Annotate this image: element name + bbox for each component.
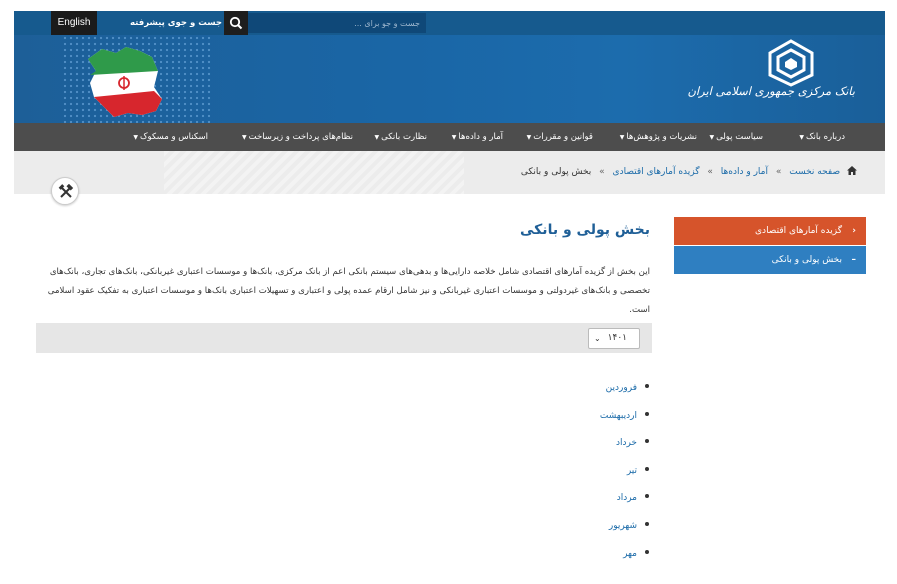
- tools-button[interactable]: [51, 177, 79, 205]
- page-title: بخش پولی و بانکی: [520, 222, 650, 238]
- breadcrumb-separator: »: [707, 167, 713, 177]
- minus-icon: –: [851, 255, 857, 265]
- list-item: اردیبهشت: [600, 411, 649, 439]
- tools-icon: [58, 184, 74, 198]
- home-icon: [847, 166, 857, 175]
- sidebar-item-monetary-banking[interactable]: –بخش پولی و بانکی: [674, 246, 866, 274]
- bullet-icon: [645, 521, 649, 526]
- nav-label: آمار و داده‌ها: [458, 132, 503, 142]
- nav-label: قوانین و مقررات: [533, 132, 593, 142]
- chevron-down-icon: ⌄: [594, 334, 601, 343]
- page-description: این بخش از گزیده آمارهای اقتصادی شامل خل…: [47, 267, 650, 315]
- year-filter-bar: ۱۴۰۱ ⌄: [36, 323, 652, 353]
- caret-down-icon: ▼: [619, 134, 625, 141]
- nav-label: درباره بانک: [805, 132, 845, 142]
- caret-down-icon: ▼: [799, 134, 804, 141]
- caret-down-icon: ▼: [526, 134, 532, 141]
- year-select-value: ۱۴۰۱: [607, 333, 627, 343]
- nav-label: سیاست پولی: [716, 132, 763, 142]
- nav-item-supervision[interactable]: نظارت بانکی▼: [375, 123, 427, 151]
- breadcrumb-home[interactable]: صفحه نخست: [789, 167, 840, 177]
- nav-label: اسکناس و مسکوک: [139, 132, 208, 142]
- bullet-icon: [645, 494, 649, 499]
- chevron-left-icon: ‹: [852, 226, 856, 236]
- caret-down-icon: ▼: [241, 134, 247, 141]
- list-item: فروردین: [600, 383, 649, 411]
- caret-down-icon: ▼: [374, 134, 380, 141]
- month-link[interactable]: مهر: [623, 549, 637, 559]
- sidebar-item-economic-stats[interactable]: ‹ گزیده آمارهای اقتصادی: [674, 217, 866, 245]
- month-link[interactable]: اردیبهشت: [600, 411, 637, 421]
- nav-label: نظام‌های پرداخت و زیرساخت: [248, 132, 353, 142]
- bullet-icon: [645, 466, 649, 471]
- nav-item-payment-systems[interactable]: نظام‌های پرداخت و زیرساخت▼: [242, 123, 353, 151]
- search-icon: [229, 16, 243, 30]
- list-item: تیر: [600, 466, 649, 494]
- bank-name-logo-text: بانک مرکزی جمهوری اسلامی ایران: [687, 84, 855, 98]
- decorative-stripes: [164, 151, 464, 194]
- main-navigation: درباره بانک▼ سیاست پولی▼ نشریات و پژوهش‌…: [14, 123, 885, 151]
- nav-label: نشریات و پژوهش‌ها: [626, 132, 697, 142]
- breadcrumb-separator: »: [599, 167, 605, 177]
- month-list: فروردین اردیبهشت خرداد تیر مرداد شهریور …: [600, 383, 649, 576]
- nav-item-laws[interactable]: قوانین و مقررات▼: [527, 123, 593, 151]
- list-item: مهر: [600, 549, 649, 577]
- central-bank-logo-icon: [768, 39, 814, 87]
- breadcrumb-current: بخش پولی و بانکی: [520, 167, 592, 177]
- iran-map-flag-icon: [88, 47, 162, 117]
- list-item: شهریور: [600, 521, 649, 549]
- breadcrumb: صفحه نخست » آمار و داده‌ها » گزیده آماره…: [521, 166, 857, 177]
- month-link[interactable]: تیر: [627, 466, 637, 476]
- sidebar-item-label: بخش پولی و بانکی: [771, 255, 842, 265]
- bullet-icon: [645, 411, 649, 416]
- caret-down-icon: ▼: [709, 134, 715, 141]
- nav-item-publications[interactable]: نشریات و پژوهش‌ها▼: [620, 123, 697, 151]
- list-item: خرداد: [600, 438, 649, 466]
- caret-down-icon: ▼: [133, 134, 138, 141]
- breadcrumb-statistics[interactable]: آمار و داده‌ها: [721, 167, 768, 177]
- nav-item-statistics[interactable]: آمار و داده‌ها▼: [452, 123, 503, 151]
- year-select[interactable]: ۱۴۰۱ ⌄: [588, 328, 640, 349]
- bullet-icon: [645, 549, 649, 554]
- bullet-icon: [645, 439, 649, 444]
- caret-down-icon: ▼: [451, 134, 457, 141]
- bullet-icon: [645, 384, 649, 388]
- breadcrumb-economic-stats[interactable]: گزیده آمارهای اقتصادی: [613, 167, 700, 177]
- list-item: مرداد: [600, 493, 649, 521]
- header-banner: بانک مرکزی جمهوری اسلامی ایران: [14, 35, 885, 123]
- month-link[interactable]: مرداد: [617, 493, 637, 503]
- nav-label: نظارت بانکی: [381, 132, 427, 142]
- month-link[interactable]: شهریور: [609, 521, 637, 531]
- nav-item-monetary-policy[interactable]: سیاست پولی▼: [709, 123, 763, 151]
- search-button[interactable]: [224, 11, 248, 35]
- search-input[interactable]: [248, 13, 426, 33]
- month-link[interactable]: فروردین: [606, 383, 637, 393]
- sidebar-item-label: گزیده آمارهای اقتصادی: [755, 226, 842, 236]
- breadcrumb-separator: »: [775, 167, 782, 177]
- month-link[interactable]: خرداد: [616, 438, 637, 448]
- nav-item-about[interactable]: درباره بانک▼: [799, 123, 845, 151]
- english-language-button[interactable]: English: [51, 11, 97, 35]
- nav-item-banknotes[interactable]: اسکناس و مسکوک▼: [133, 123, 208, 151]
- advanced-search-link[interactable]: جست و جوی پیشرفته: [124, 11, 228, 35]
- top-bar: English جست و جوی پیشرفته: [14, 11, 885, 35]
